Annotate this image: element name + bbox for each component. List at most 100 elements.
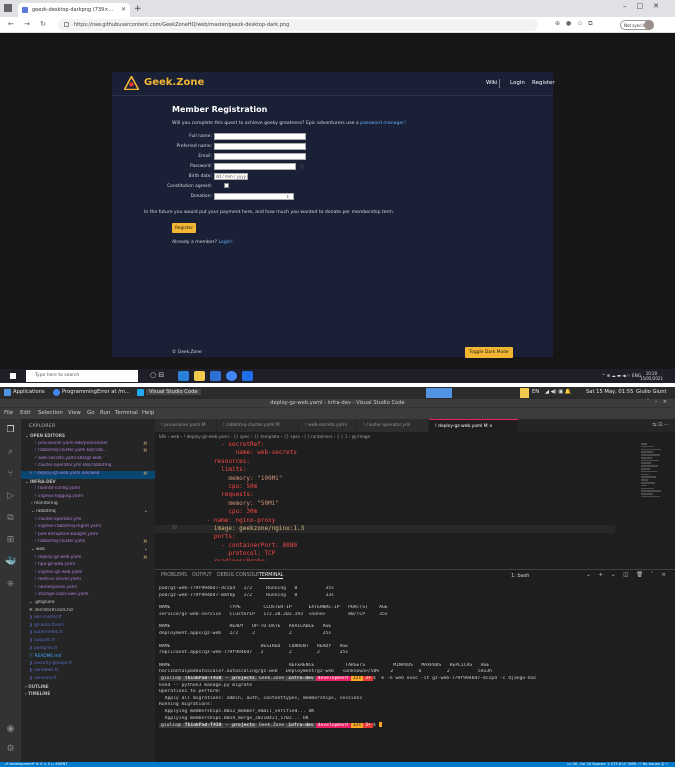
run-debug-icon[interactable]: ▷ [5,491,16,502]
taskbar-search[interactable]: Type here to search [26,370,138,382]
taskbar-app-vm-icon[interactable] [242,371,253,381]
accounts-icon[interactable]: ◉ [5,724,16,735]
explorer-row[interactable]: ❯ postgres.tf [21,646,155,654]
explorer-row[interactable]: ! namespaces.yaml [21,585,155,593]
explorer-row[interactable]: ! cluster-operator.yml [21,517,155,525]
nav-register-link[interactable]: Register [532,80,555,86]
menu-go[interactable]: Go [87,410,94,416]
taskbar-app-chrome-icon[interactable] [226,371,237,381]
panel-user[interactable]: Giulio Giunt [636,389,667,395]
explorer-row[interactable]: ❯ eks-cluster.tf [21,615,155,623]
reload-icon[interactable]: ↻ [40,20,46,28]
explorer-row[interactable]: ❯ kubernetes.tf [21,630,155,638]
start-icon[interactable] [10,373,16,379]
password-info-icon[interactable]: ⓘ [300,164,304,170]
kubernetes-icon[interactable]: ⎈ [5,579,16,590]
explorer-row[interactable]: ❯ versions.tf [21,676,155,684]
explorer-row[interactable]: ! deploy-gz-web.yaml M [21,555,155,563]
tray-status-icons[interactable]: ◢ ◀) ▣ 🔔 [545,389,571,395]
explorer-row[interactable]: ❯ gz-auto.tfvars [21,623,155,631]
terminal-output[interactable]: pod/gz-web-779f994bd7-dczp4 2/2 Running … [159,586,671,729]
password-input[interactable] [214,163,296,170]
explorer-row[interactable]: › monitoring [21,501,155,509]
task-view-icon[interactable]: ○ ⊟ [150,371,164,379]
tab-terminal[interactable]: TERMINAL [259,573,284,579]
tab-close-icon[interactable]: ✕ [121,6,126,13]
constitution-checkbox[interactable] [224,183,229,188]
explorer-row[interactable]: ! storage-class-aws.yaml [21,592,155,600]
nav-login-link[interactable]: Login [510,80,525,86]
explorer-row[interactable]: ≡ .terraform.lock.hcl [21,608,155,616]
nav-wiki-link[interactable]: Wiki [486,80,498,86]
back-icon[interactable]: ← [8,20,14,28]
panel-window-2[interactable]: Visual Studio Code [146,389,201,395]
explorer-row[interactable]: ⌄ web • [21,547,155,555]
toolbar-extension-icons[interactable]: ⊕●✩⧉ [555,20,599,28]
applications-menu-icon[interactable] [4,389,11,396]
explorer-row[interactable]: ! ingress-gz-web.yaml [21,570,155,578]
toggle-dark-mode-button[interactable]: Toggle Dark Mode [465,347,513,358]
explorer-row[interactable]: ! web-secrets.yaml k8s/gz-web [21,456,155,464]
menu-run[interactable]: Run [100,410,110,416]
window-menu-icon[interactable] [4,4,12,12]
browser-tab-active[interactable]: geezk-desktop-darkpng (739×… ✕ [18,3,130,17]
profile-avatar[interactable] [644,20,654,30]
tab-debug-console[interactable]: DEBUG CONSOLE [217,573,259,578]
vscode-window-controls[interactable]: ˆ – × [647,399,669,405]
preferred-name-input[interactable] [214,143,306,150]
docker-icon[interactable]: 🐳 [5,557,16,568]
applications-menu[interactable]: Applications [13,389,45,395]
explorer-row[interactable]: ! hpa-gz-web.yaml [21,562,155,570]
editor-actions[interactable]: ⇆ ⊡ ⋯ [652,422,669,428]
explorer-row[interactable]: › OUTLINE [21,684,155,692]
editor-tab[interactable]: ! cluster-operator.yml [357,419,429,432]
code-view[interactable]: - secretRef: name: web-secrets resources… [155,441,615,561]
terminal-controls[interactable]: ⌄ + ⌄ ◫ 🗑 ˆ × [586,572,669,578]
panel-window-1[interactable]: ProgrammingError at /m... [62,389,130,395]
geekzone-brand[interactable]: Geek.Zone [144,77,204,88]
system-tray[interactable]: ^ ⊕ ☁ ▬ ◀ ⚐ ENG [602,373,641,378]
email-input[interactable] [214,153,306,160]
explorer-row[interactable]: ! ingress-rabbitmq-mgmt.yaml [21,524,155,532]
taskbar-app-explorer-icon[interactable] [194,371,205,381]
explorer-row[interactable]: ❯ security-groups.tf [21,661,155,669]
explorer-row[interactable]: ! rabbitmq-cluster.yaml M [21,539,155,547]
explorer-row[interactable]: ⌄ INFRA-DEV [21,479,155,487]
geekzone-logo-icon[interactable] [124,76,139,90]
new-tab-button[interactable]: + [134,4,142,14]
editor-tab[interactable]: ! deploy-gz-web.yaml M × [429,419,519,432]
explorer-row[interactable]: ❯ variables.tf [21,668,155,676]
editor-tab[interactable]: ! web-secrets.yaml [299,419,357,432]
explorer-row[interactable]: ⌄ .gitignore [21,600,155,608]
forward-icon[interactable]: → [24,20,30,28]
address-bar[interactable]: https://raw.githubusercontent.com/GeekZo… [58,19,538,31]
login-link[interactable]: Login! [219,240,233,245]
remote-explorer-icon[interactable]: ⧉ [5,513,16,524]
taskbar-app-mail-icon[interactable] [210,371,221,381]
menu-view[interactable]: View [68,410,81,416]
menu-terminal[interactable]: Terminal [115,410,138,416]
explorer-row[interactable]: ! pod-disruption-budget.yaml [21,532,155,540]
taskbar-app-edge-icon[interactable] [178,371,189,381]
source-control-icon[interactable]: ⑂ [5,469,16,480]
editor-tab[interactable]: ! provisioner.yaml M [155,419,217,432]
panel-datetime[interactable]: Sat 15 May, 01:55 [586,389,633,395]
birth-date-input[interactable]: dd / mm / yyyy [214,173,248,180]
status-left[interactable]: ⎇ development* ⊗ 0 ⚠ 0 ▷ AGENT [4,762,68,766]
search-icon[interactable]: ⌕ [5,447,16,458]
keyboard-layout[interactable]: EN [532,389,539,395]
explorer-row[interactable]: ! rabbitmq-cluster.yaml k8s/rab... M [21,448,155,456]
full-name-input[interactable] [214,133,306,140]
explorer-row[interactable]: ❯ outputs.tf [21,638,155,646]
notes-tray-icon[interactable] [520,388,529,398]
menu-edit[interactable]: Edit [20,410,30,416]
explorer-row[interactable]: × ! deploy-gz-web.yaml k8s/web M [21,470,155,479]
window-controls[interactable]: –□✕ [623,2,669,10]
status-right[interactable]: Ln 30, Col 34 Spaces: 2 UTF-8 LF YAML ⚇ … [567,762,669,766]
explorer-row[interactable]: ! fluentd-config.yaml [21,486,155,494]
explorer-row[interactable]: › TIMELINE [21,691,155,699]
explorer-row[interactable]: ⌄ OPEN EDITORS [21,433,155,441]
explorer-row[interactable]: ! metrics-server.yaml [21,577,155,585]
menu-selection[interactable]: Selection [38,410,63,416]
donation-input[interactable] [214,193,294,200]
